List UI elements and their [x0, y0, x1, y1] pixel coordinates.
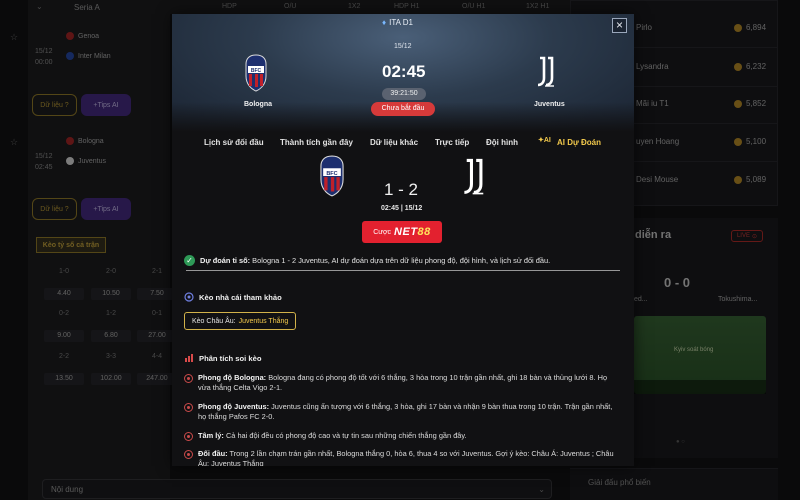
reference-odds-title-text: Kèo nhà cái tham khảo	[199, 292, 282, 302]
tab-live[interactable]: Trực tiếp	[435, 138, 469, 147]
analysis-item: Phong độ Bologna: Bologna đang có phong …	[184, 373, 618, 393]
bet-prefix: Cược	[373, 228, 392, 236]
close-icon[interactable]: ×	[616, 18, 623, 32]
bullet-icon	[184, 403, 193, 412]
modal-tabs: Lịch sử đối đầu Thành tích gần đây Dữ li…	[172, 135, 634, 153]
away-team-name: Juventus	[534, 101, 565, 108]
home-team-name: Bologna	[244, 101, 272, 108]
reference-odds-value: Juventus Thắng	[238, 317, 289, 325]
divider	[186, 270, 620, 271]
bullet-icon	[184, 450, 193, 459]
juventus-crest-icon	[464, 158, 484, 195]
analysis-label: Phong độ Juventus:	[198, 402, 270, 411]
league-badge: ♦ ITA D1	[382, 18, 413, 27]
bologna-crest-icon: BFC	[320, 155, 344, 197]
reference-odds-label: Kèo Châu Âu:	[192, 317, 236, 325]
prediction-text: Bologna 1 - 2 Juventus, AI dự đoán dựa t…	[252, 255, 551, 265]
bet-brand-suffix: 88	[417, 226, 431, 238]
countdown-timer: 39:21:50	[382, 88, 426, 100]
analysis-text: Cả hai đội đều có phong độ cao và tự tin…	[225, 431, 467, 440]
analysis-item: Đối đầu: Trong 2 lần chạm trán gần nhất,…	[184, 449, 618, 466]
league-name: ITA D1	[389, 18, 413, 27]
ai-prediction-modal: × ♦ ITA D1 15/12 02:45 39:21:50 Chưa bắt…	[172, 14, 634, 466]
analysis-title-text: Phân tích soi kèo	[199, 353, 262, 363]
bullet-icon	[184, 432, 193, 441]
tab-recent-form[interactable]: Thành tích gần đây	[280, 138, 353, 147]
close-button[interactable]: ×	[612, 18, 627, 33]
analysis-item: Tâm lý: Cả hai đội đều có phong độ cao v…	[184, 431, 618, 441]
prediction-row: ✓ Dự đoán tỉ số: Bologna 1 - 2 Juventus,…	[184, 252, 620, 268]
analysis-chart-icon	[185, 354, 193, 362]
reference-odds-box: Kèo Châu Âu: Juventus Thắng	[184, 312, 296, 330]
tab-lineup[interactable]: Đội hình	[486, 138, 518, 147]
ai-sparkle-icon: ✦AI	[538, 137, 551, 144]
bet-brand-logo: NET88	[394, 226, 431, 238]
prediction-label: Dự đoán tỉ số:	[200, 255, 251, 265]
check-circle-icon: ✓	[184, 254, 195, 266]
analysis-title: Phân tích soi kèo	[184, 353, 261, 363]
svg-text:BFC: BFC	[251, 68, 262, 74]
analysis-item: Phong độ Juventus: Juventus cũng ấn tượn…	[184, 402, 618, 422]
bet-brand-text: NET	[394, 226, 418, 238]
kickoff-time: 02:45	[382, 62, 426, 81]
bullet-icon	[184, 374, 193, 383]
juventus-crest-icon	[537, 56, 554, 87]
match-status-badge: Chưa bắt đầu	[371, 102, 435, 116]
tab-head-to-head[interactable]: Lịch sử đối đầu	[204, 138, 264, 147]
reference-odds-title: Kèo nhà cái tham khảo	[184, 292, 282, 302]
predicted-score: 1 - 2	[384, 180, 419, 199]
ai-mark-label: AI	[543, 137, 551, 144]
analysis-label: Tâm lý:	[198, 431, 224, 440]
analysis-label: Đối đầu:	[198, 449, 228, 458]
match-meta: 02:45 | 15/12	[381, 205, 423, 212]
tab-other-data[interactable]: Dữ liệu khác	[370, 138, 418, 147]
analysis-label: Phong độ Bologna:	[198, 373, 267, 382]
svg-text:BFC: BFC	[326, 171, 337, 177]
bet-net88-button[interactable]: Cược NET88	[362, 221, 442, 243]
match-date: 15/12	[394, 43, 412, 50]
tab-ai-prediction[interactable]: AI Dự Đoán	[557, 138, 601, 147]
bologna-crest-icon: BFC	[245, 54, 267, 92]
league-icon: ♦	[382, 18, 387, 27]
target-icon	[184, 292, 194, 302]
analysis-text: Trong 2 lần chạm trán gần nhất, Bologna …	[198, 449, 614, 466]
